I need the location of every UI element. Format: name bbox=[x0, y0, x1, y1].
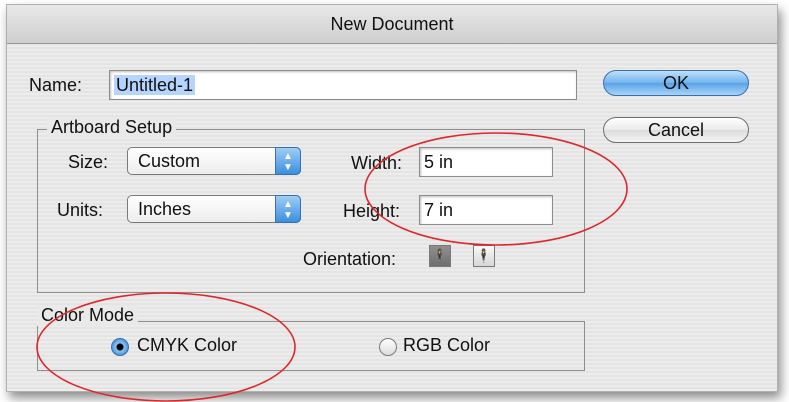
annotation-overlay bbox=[36, 132, 628, 402]
annotation-ellipse-dimensions bbox=[364, 132, 628, 246]
annotation-ellipse-color-mode bbox=[36, 292, 296, 402]
